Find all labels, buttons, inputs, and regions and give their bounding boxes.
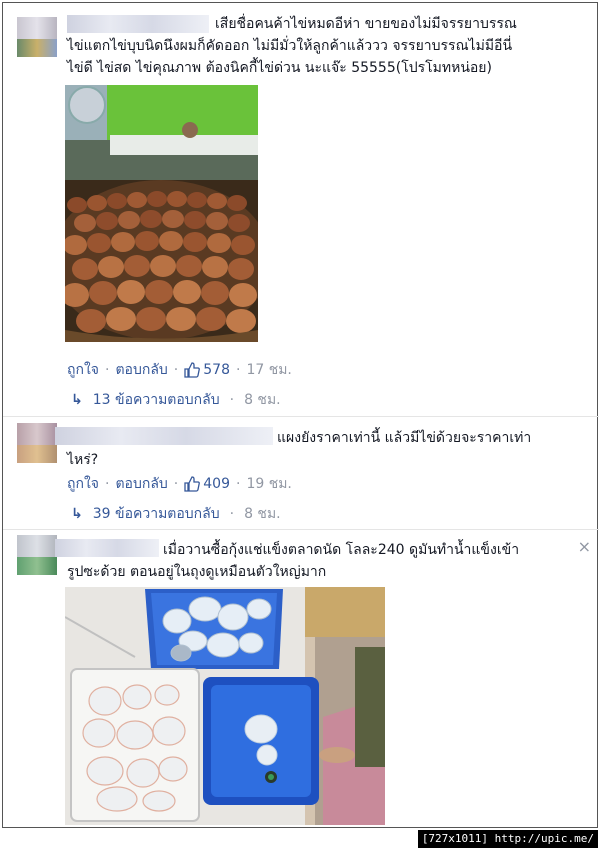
like-count[interactable]: 409 bbox=[184, 476, 230, 492]
avatar[interactable] bbox=[17, 535, 57, 575]
comment-line: เสียชื่อคนค้าไข่หมดอีห่า ขายของไม่มีจรรย… bbox=[215, 16, 517, 32]
reply-arrow-icon: ↳ bbox=[71, 392, 83, 408]
shrimp-photo bbox=[65, 587, 385, 825]
like-count[interactable]: 578 bbox=[184, 362, 230, 378]
replies-count-link[interactable]: 39 ข้อความตอบกลับ bbox=[93, 503, 220, 525]
comment-line: ไหร่? bbox=[67, 452, 99, 468]
separator: · bbox=[235, 362, 241, 378]
reply-link[interactable]: ตอบกลับ bbox=[115, 473, 167, 495]
separator: · bbox=[229, 506, 235, 522]
comment-actions: ถูกใจ · ตอบกลับ · 578 · 17 ชม. bbox=[67, 359, 292, 381]
separator: · bbox=[235, 476, 241, 492]
eggs-photo bbox=[65, 85, 258, 342]
comment-text: แผงยังราคาเท่านี้ แล้วมีไข่ด้วยจะราคาเท่… bbox=[67, 427, 577, 471]
comment-photo-eggs[interactable] bbox=[65, 85, 258, 342]
comment-line: ไข่แตกไข่บุบนิดนึงผมก็คัดออก ไม่มีมั่วให… bbox=[67, 38, 513, 54]
replies-timestamp: 8 ชม. bbox=[244, 392, 281, 408]
reply-link[interactable]: ตอบกลับ bbox=[115, 359, 167, 381]
like-link[interactable]: ถูกใจ bbox=[67, 473, 99, 495]
like-count-value: 409 bbox=[203, 476, 230, 492]
comment-text: เสียชื่อคนค้าไข่หมดอีห่า ขายของไม่มีจรรย… bbox=[67, 13, 577, 79]
reply-arrow-icon: ↳ bbox=[71, 506, 83, 522]
comment-thread: เสียชื่อคนค้าไข่หมดอีห่า ขายของไม่มีจรรย… bbox=[2, 2, 599, 828]
close-icon[interactable]: × bbox=[578, 537, 591, 556]
like-link[interactable]: ถูกใจ bbox=[67, 359, 99, 381]
thumbs-up-icon bbox=[184, 476, 201, 492]
separator: · bbox=[229, 392, 235, 408]
comment-line: เมื่อวานซื้อกุ้งแช่แข็งตลาดนัด โลละ240 ด… bbox=[163, 542, 520, 558]
image-host-watermark: [727x1011] http://upic.me/ bbox=[417, 830, 598, 848]
separator: · bbox=[105, 362, 110, 378]
like-count-value: 578 bbox=[203, 362, 230, 378]
separator: · bbox=[173, 362, 179, 378]
divider bbox=[3, 529, 599, 530]
comment-line: แผงยังราคาเท่านี้ แล้วมีไข่ด้วยจะราคาเท่… bbox=[277, 430, 532, 446]
comment-actions: ถูกใจ · ตอบกลับ · 409 · 19 ชม. bbox=[67, 473, 292, 495]
replies-timestamp: 8 ชม. bbox=[244, 506, 281, 522]
view-replies[interactable]: ↳ 39 ข้อความตอบกลับ · 8 ชม. bbox=[71, 503, 281, 525]
comment-text: เมื่อวานซื้อกุ้งแช่แข็งตลาดนัด โลละ240 ด… bbox=[67, 539, 577, 583]
comment-timestamp[interactable]: 19 ชม. bbox=[246, 473, 291, 495]
separator: · bbox=[105, 476, 110, 492]
comment-line: ไข่ดี ไข่สด ไข่คุณภาพ ต้องนิคกี้ไข่ด่วน … bbox=[67, 60, 492, 76]
view-replies[interactable]: ↳ 13 ข้อความตอบกลับ · 8 ชม. bbox=[71, 389, 281, 411]
comment-photo-shrimp[interactable] bbox=[65, 587, 385, 825]
avatar[interactable] bbox=[17, 17, 57, 57]
avatar[interactable] bbox=[17, 423, 57, 463]
replies-count-link[interactable]: 13 ข้อความตอบกลับ bbox=[93, 389, 220, 411]
thumbs-up-icon bbox=[184, 362, 201, 378]
comment-timestamp[interactable]: 17 ชม. bbox=[246, 359, 291, 381]
comment-line: รูปซะด้วย ตอนอยู่ในถุงดูเหมือนตัวใหญ่มาก bbox=[67, 564, 327, 580]
separator: · bbox=[173, 476, 179, 492]
divider bbox=[3, 416, 599, 417]
